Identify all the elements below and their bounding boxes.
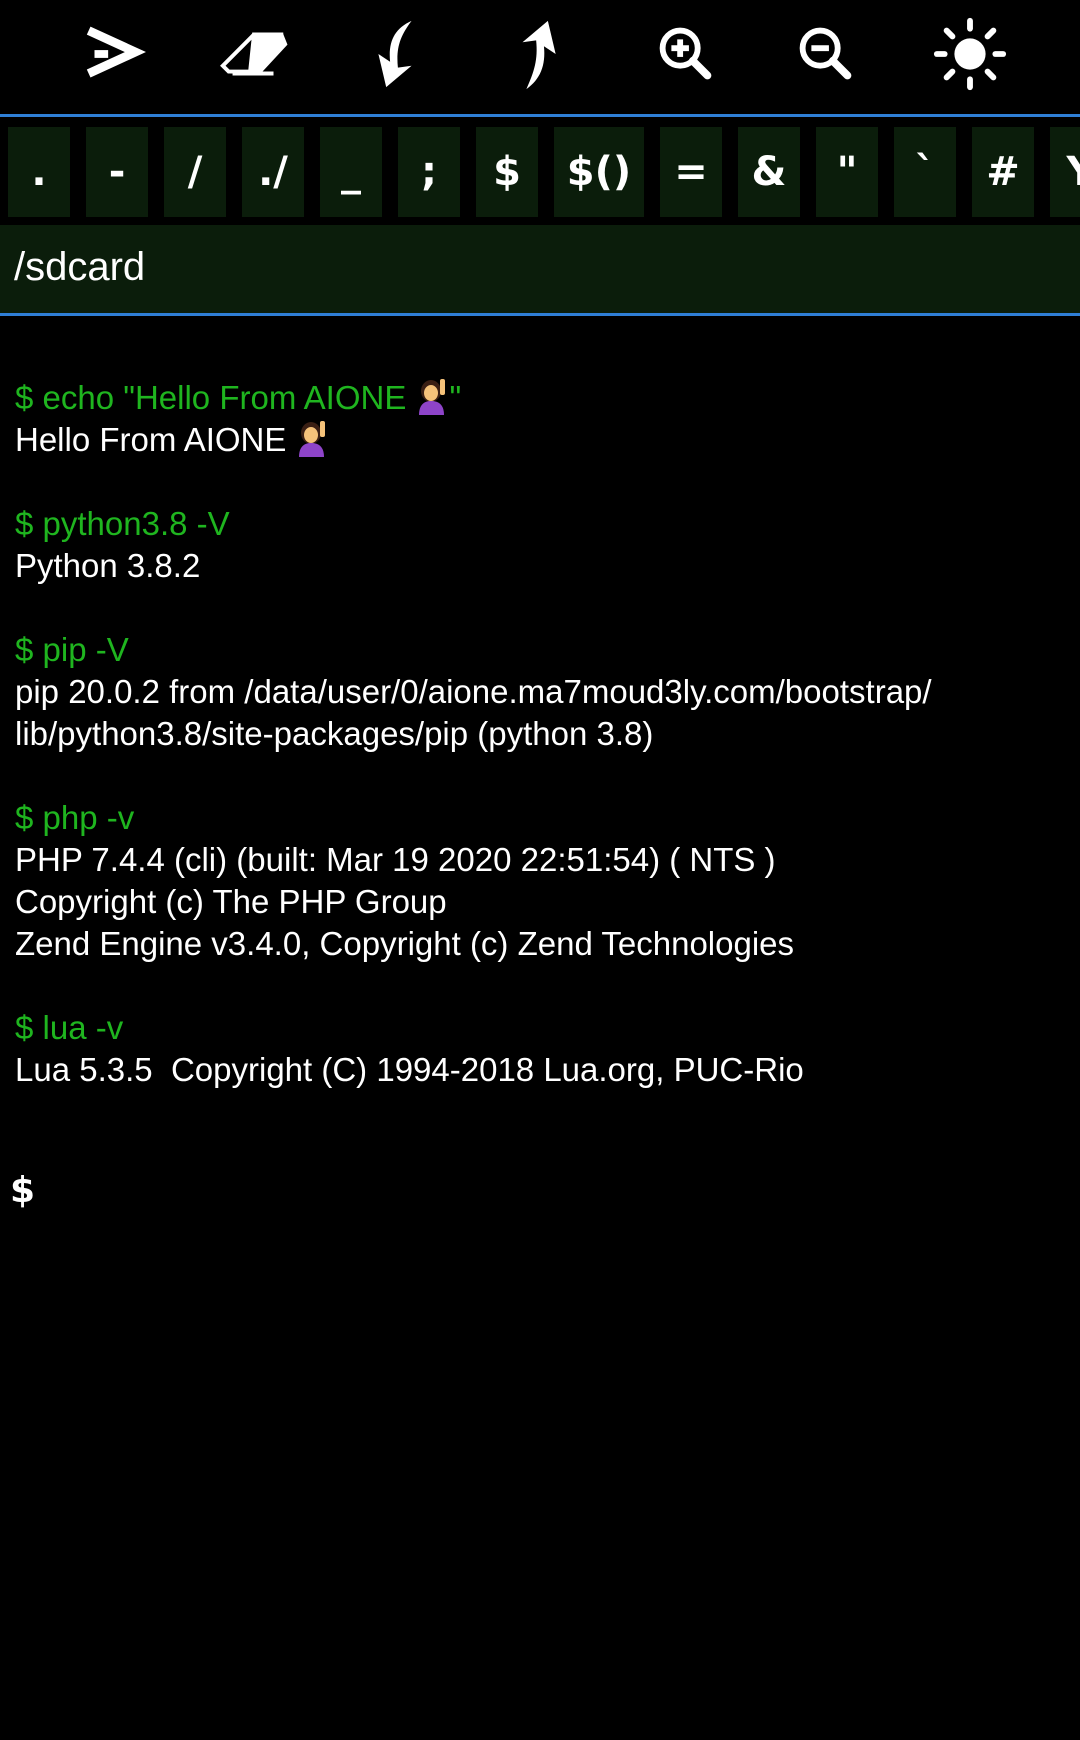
terminal-output-line: Hello From AIONE	[15, 419, 1075, 461]
upload-arrow-icon[interactable]	[500, 12, 584, 96]
terminal-output-line: lib/python3.8/site-packages/pip (python …	[15, 715, 654, 752]
key-hash[interactable]: #	[972, 127, 1034, 217]
download-arrow-icon[interactable]	[352, 12, 436, 96]
terminal-command-line: $ echo "Hello From AIONE "	[15, 379, 462, 416]
key-partial[interactable]: Y	[1050, 127, 1080, 217]
key-slash[interactable]: /	[164, 127, 226, 217]
key-dot[interactable]: .	[8, 127, 70, 217]
terminal-command-line: $ pip -V	[15, 631, 129, 668]
command-prompt[interactable]: $	[10, 1170, 35, 1211]
key-backtick[interactable]: `	[894, 127, 956, 217]
terminal-command-line: $ php -v	[15, 799, 135, 836]
raising-hand-emoji-icon	[298, 421, 325, 457]
eraser-icon[interactable]	[212, 12, 296, 96]
key-dot-slash[interactable]: ./	[242, 127, 304, 217]
symbol-keys-row: . - / ./ _ ; $ $() = & " ` # Y	[0, 117, 1080, 225]
key-dollar[interactable]: $	[476, 127, 538, 217]
send-icon[interactable]	[72, 12, 156, 96]
terminal-output-line: Lua 5.3.5 Copyright (C) 1994-2018 Lua.or…	[15, 1051, 804, 1088]
path-bar[interactable]: /sdcard	[0, 225, 1080, 316]
terminal-command-line: $ python3.8 -V	[15, 505, 230, 542]
current-path: /sdcard	[14, 245, 146, 289]
terminal-output-line: PHP 7.4.4 (cli) (built: Mar 19 2020 22:5…	[15, 841, 776, 878]
raising-hand-emoji-icon	[418, 379, 445, 415]
key-dash[interactable]: -	[86, 127, 148, 217]
key-ampersand[interactable]: &	[738, 127, 800, 217]
key-dollar-paren[interactable]: $()	[554, 127, 644, 217]
top-toolbar	[0, 0, 1080, 117]
terminal-output-line: pip 20.0.2 from /data/user/0/aione.ma7mo…	[15, 673, 932, 710]
zoom-in-icon[interactable]	[644, 12, 728, 96]
key-equals[interactable]: =	[660, 127, 722, 217]
zoom-out-icon[interactable]	[784, 12, 868, 96]
key-semicolon[interactable]: ;	[398, 127, 460, 217]
terminal-output-line: Zend Engine v3.4.0, Copyright (c) Zend T…	[15, 925, 795, 962]
terminal-output-line: Python 3.8.2	[15, 547, 201, 584]
brightness-icon[interactable]	[928, 12, 1012, 96]
terminal-output[interactable]: $ echo "Hello From AIONE " Hello From AIO…	[15, 377, 1075, 1091]
terminal-command-line: $ lua -v	[15, 1009, 124, 1046]
key-underscore[interactable]: _	[320, 127, 382, 217]
terminal-output-line: Copyright (c) The PHP Group	[15, 883, 447, 920]
key-double-quote[interactable]: "	[816, 127, 878, 217]
